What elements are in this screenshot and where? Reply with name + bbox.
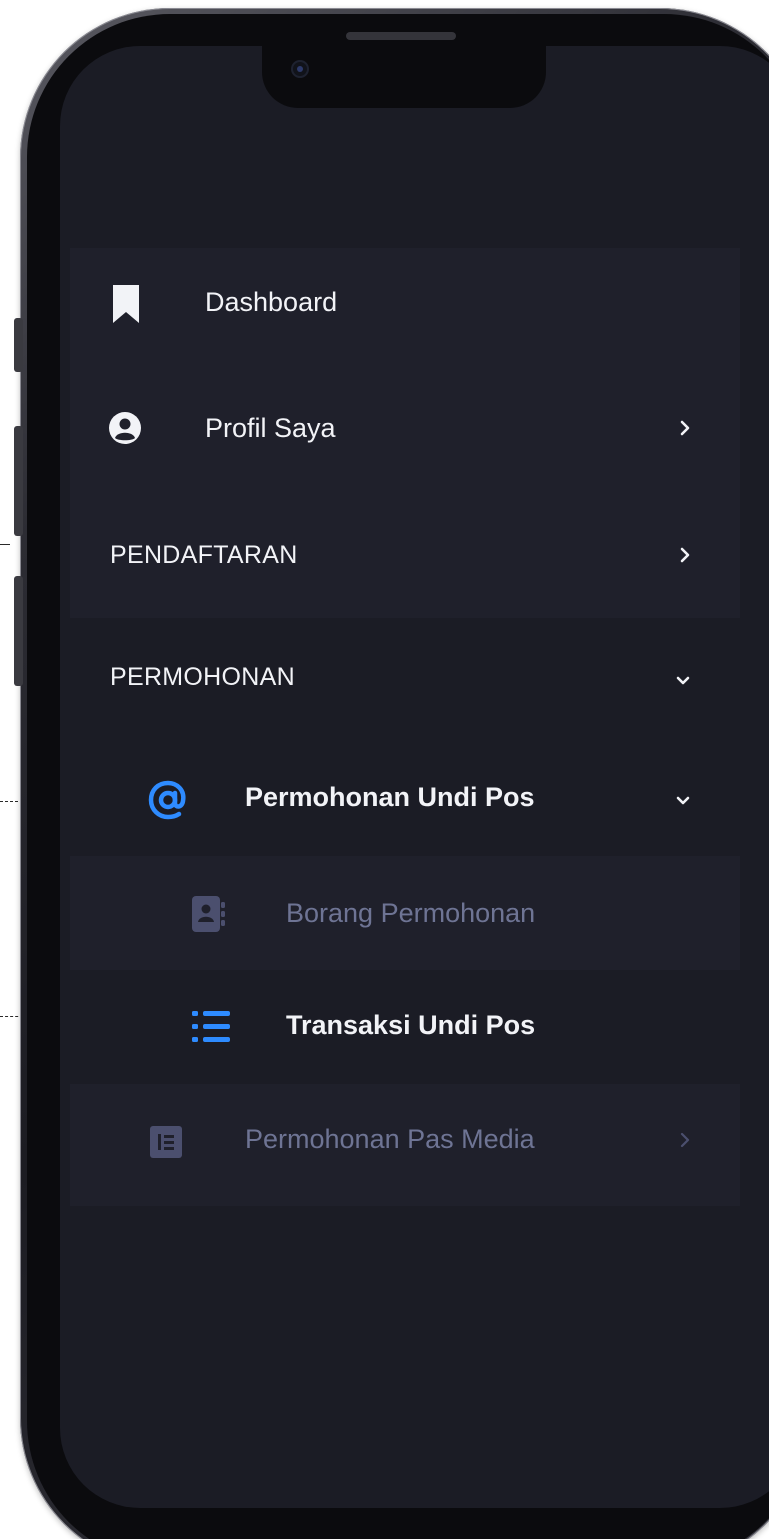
profil-saya-label: Profil Saya	[205, 413, 336, 443]
page: Dashboard Profil Saya PENDAFTARAN PERMOH…	[0, 0, 769, 1539]
front-camera	[291, 60, 309, 78]
volume-down-button	[14, 576, 23, 686]
callout-line-pendaftaran	[0, 544, 10, 545]
chevron-right-icon	[680, 547, 690, 563]
bookmark-icon	[113, 285, 139, 323]
dashboard-label: Dashboard	[205, 287, 338, 317]
list-box-icon	[150, 1126, 182, 1158]
chevron-right-icon	[680, 1132, 690, 1148]
menu-item-borang-permohonan[interactable]: Borang Permohonan	[70, 878, 740, 946]
permohonan-pas-media-label: Permohonan Pas Media	[245, 1124, 535, 1154]
menu-item-permohonan-pas-media[interactable]: Permohonan Pas Media	[70, 1106, 740, 1174]
menu-item-profil-saya[interactable]: Profil Saya	[70, 394, 740, 462]
menu-item-transaksi-undi-pos[interactable]: Transaksi Undi Pos	[70, 992, 740, 1060]
chevron-right-icon	[680, 420, 690, 436]
pendaftaran-label: PENDAFTARAN	[110, 541, 298, 569]
user-circle-icon	[109, 412, 141, 444]
borang-permohonan-label: Borang Permohonan	[286, 898, 536, 928]
chevron-down-icon	[676, 796, 690, 805]
at-sign-icon	[148, 780, 186, 820]
chevron-down-icon	[676, 676, 690, 685]
mute-switch	[14, 318, 23, 372]
menu-section-pendaftaran[interactable]: PENDAFTARAN	[70, 520, 740, 588]
transaksi-undi-pos-label: Transaksi Undi Pos	[286, 1010, 536, 1040]
menu-item-dashboard[interactable]: Dashboard	[70, 268, 740, 336]
menu-section-permohonan[interactable]: PERMOHONAN	[70, 644, 740, 712]
earpiece-speaker	[346, 32, 456, 40]
volume-up-button	[14, 426, 23, 536]
contact-book-icon	[192, 896, 225, 932]
list-icon	[192, 1011, 230, 1042]
menu-item-permohonan-undi-pos[interactable]: Permohonan Undi Pos	[70, 764, 740, 832]
permohonan-undi-pos-label: Permohonan Undi Pos	[245, 782, 535, 812]
phone-screen: Dashboard Profil Saya PENDAFTARAN PERMOH…	[60, 46, 769, 1508]
permohonan-label: PERMOHONAN	[110, 663, 295, 691]
